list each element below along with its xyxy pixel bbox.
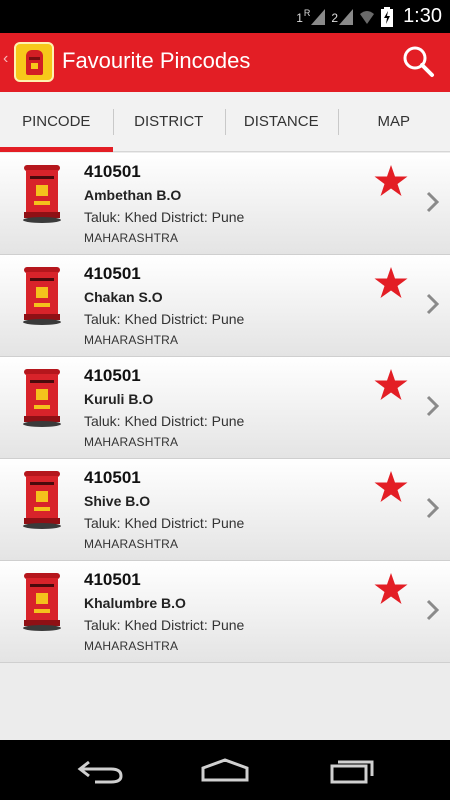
chevron-right-icon[interactable]	[425, 190, 441, 214]
taluk-district: Taluk: Khed District: Pune	[84, 413, 245, 429]
pincode: 410501	[84, 570, 141, 589]
taluk-district: Taluk: Khed District: Pune	[84, 617, 245, 633]
favourite-star-icon[interactable]	[374, 573, 408, 605]
chevron-right-icon[interactable]	[425, 292, 441, 316]
page-title: Favourite Pincodes	[62, 48, 251, 73]
postbox-icon	[23, 267, 61, 325]
sim2-label: 2	[331, 10, 339, 25]
favourite-star-icon[interactable]	[374, 165, 408, 197]
app-logo-icon[interactable]	[14, 42, 54, 82]
pincode: 410501	[84, 264, 141, 283]
sim1-label: 1	[296, 10, 303, 25]
state-name: MAHARASHTRA	[84, 435, 179, 449]
taluk-district: Taluk: Khed District: Pune	[84, 311, 245, 327]
postbox-icon	[23, 165, 61, 223]
postbox-icon	[23, 573, 61, 631]
tab-bar: PINCODE DISTRICT DISTANCE MAP	[0, 92, 450, 152]
search-icon[interactable]	[400, 43, 438, 81]
state-name: MAHARASHTRA	[84, 333, 179, 347]
list-item[interactable]: 410501 Chakan S.O Taluk: Khed District: …	[0, 255, 450, 357]
post-office-name: Ambethan B.O	[84, 187, 182, 203]
favourite-star-icon[interactable]	[374, 267, 408, 299]
pincode: 410501	[84, 366, 141, 385]
post-office-name: Shive B.O	[84, 493, 151, 509]
postbox-icon	[23, 369, 61, 427]
taluk-district: Taluk: Khed District: Pune	[84, 209, 245, 225]
navigation-bar	[0, 740, 450, 800]
favourite-star-icon[interactable]	[374, 471, 408, 503]
state-name: MAHARASHTRA	[84, 639, 179, 653]
status-icons: 1 R 2 1:30	[296, 0, 442, 33]
tab-district[interactable]: DISTRICT	[112, 92, 226, 151]
chevron-right-icon[interactable]	[425, 496, 441, 520]
pincode: 410501	[84, 468, 141, 487]
tab-pincode[interactable]: PINCODE	[0, 92, 113, 152]
chevron-right-icon[interactable]	[425, 598, 441, 622]
post-office-name: Khalumbre B.O	[84, 595, 186, 611]
signal-icon	[311, 8, 326, 25]
up-caret-icon[interactable]: ‹	[3, 50, 8, 68]
roaming-indicator: R	[303, 7, 311, 18]
back-icon[interactable]	[75, 756, 125, 784]
list-item[interactable]: 410501 Ambethan B.O Taluk: Khed District…	[0, 153, 450, 255]
favourites-list: 410501 Ambethan B.O Taluk: Khed District…	[0, 153, 450, 663]
sim2-signal: 2	[331, 8, 354, 25]
signal-icon	[339, 8, 354, 25]
sim1-signal: 1 R	[296, 7, 326, 25]
action-bar: ‹ Favourite Pincodes	[0, 33, 450, 92]
tab-map[interactable]: MAP	[337, 92, 450, 151]
list-item[interactable]: 410501 Khalumbre B.O Taluk: Khed Distric…	[0, 561, 450, 663]
post-office-name: Chakan S.O	[84, 289, 163, 305]
taluk-district: Taluk: Khed District: Pune	[84, 515, 245, 531]
pincode: 410501	[84, 162, 141, 181]
chevron-right-icon[interactable]	[425, 394, 441, 418]
battery-charging-icon	[381, 6, 394, 27]
state-name: MAHARASHTRA	[84, 231, 179, 245]
list-item[interactable]: 410501 Kuruli B.O Taluk: Khed District: …	[0, 357, 450, 459]
tab-distance[interactable]: DISTANCE	[225, 92, 338, 151]
status-bar: 1 R 2 1:30	[0, 0, 450, 33]
favourite-star-icon[interactable]	[374, 369, 408, 401]
recents-icon[interactable]	[328, 756, 378, 784]
list-item[interactable]: 410501 Shive B.O Taluk: Khed District: P…	[0, 459, 450, 561]
wifi-icon	[360, 10, 375, 24]
post-office-name: Kuruli B.O	[84, 391, 154, 407]
clock: 1:30	[403, 5, 442, 27]
home-icon[interactable]	[200, 756, 250, 784]
postbox-icon	[23, 471, 61, 529]
state-name: MAHARASHTRA	[84, 537, 179, 551]
